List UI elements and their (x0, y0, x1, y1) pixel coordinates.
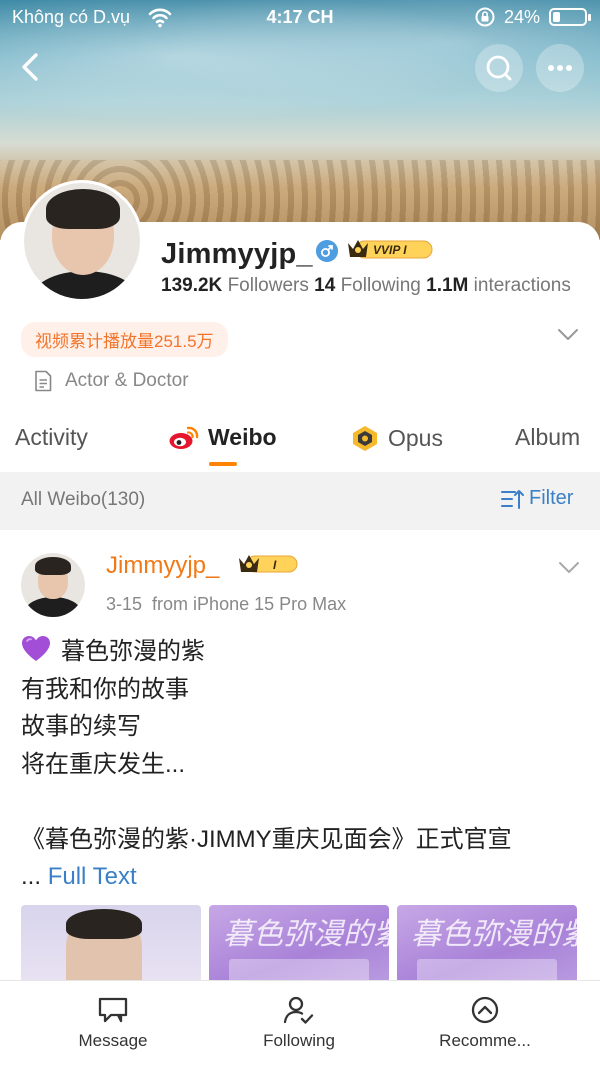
orientation-lock-icon (475, 7, 495, 27)
tab-opus[interactable]: Opus (349, 424, 443, 452)
weibo-logo-icon (169, 426, 199, 449)
post-avatar-hair (35, 557, 71, 575)
battery-icon (549, 8, 591, 26)
post-line-5 (21, 783, 591, 821)
avatar-shirt (30, 271, 140, 299)
followers-label[interactable]: Followers (228, 275, 309, 296)
post-avatar-shirt (25, 597, 81, 617)
post-date: 3-15 (106, 594, 143, 614)
battery-percent: 24% (504, 7, 541, 27)
profile-name: Jimmyyjp_ (161, 238, 313, 270)
post-menu-chevron-icon[interactable] (558, 561, 580, 575)
post-line: 暮色弥漫的紫 (21, 633, 591, 671)
post-image-3[interactable]: 暮色弥漫的紫 (397, 905, 577, 983)
tab-activity[interactable]: Activity (15, 424, 88, 451)
filter-bar: All Weibo(130) Filter (0, 472, 600, 530)
vip-badge[interactable]: VVIP I (346, 237, 434, 261)
interactions-label[interactable]: interactions (474, 275, 571, 296)
post-image-1-portrait (66, 909, 142, 983)
post-line-3: 故事的续写 (21, 713, 141, 740)
post-text[interactable]: 暮色弥漫的紫 有我和你的故事 故事的续写 将在重庆发生... 《暮色弥漫的紫·J… (21, 633, 591, 896)
more-dots-icon (548, 65, 572, 71)
active-tab-indicator (209, 462, 237, 466)
battery-fill (553, 12, 560, 22)
weibo-profile-screen: Không có D.vụ 4:17 CH 24% Jimmyyjp_ VVIP… (0, 0, 600, 1067)
tab-weibo[interactable]: Weibo (168, 424, 277, 451)
post-image-2[interactable]: 暮色弥漫的紫 (209, 905, 389, 983)
nav-following-label: Following (263, 1031, 335, 1050)
purple-heart-emoji (22, 636, 50, 661)
nav-following[interactable]: Following (219, 995, 379, 1051)
search-icon (486, 55, 512, 81)
profile-tabs: Activity Weibo Opus Album (0, 418, 600, 470)
post-line-7: ... Full Text (21, 858, 591, 896)
post-image-3-title: 暮色弥漫的紫 (411, 917, 577, 952)
post-line-2: 有我和你的故事 (21, 675, 189, 703)
post-vip-badge[interactable]: I (237, 553, 299, 575)
nav-recommend-label: Recomme... (439, 1031, 531, 1050)
tab-opus-label: Opus (388, 424, 443, 451)
post-author-avatar[interactable] (21, 553, 85, 617)
post-image-1[interactable] (21, 905, 201, 983)
document-icon (35, 370, 52, 392)
profile-bio: Actor & Doctor (33, 370, 189, 392)
following-icon (283, 996, 314, 1024)
avatar-hair (46, 189, 120, 229)
post-source: from iPhone 15 Pro Max (152, 594, 347, 614)
followers-count[interactable]: 139.2K (161, 275, 222, 296)
filter-icon (501, 489, 524, 509)
post-line-4: 将在重庆发生... (21, 750, 186, 778)
profile-avatar[interactable] (21, 180, 143, 302)
nav-message-label: Message (78, 1031, 148, 1050)
message-icon (98, 997, 128, 1023)
nav-message[interactable]: Message (33, 995, 193, 1051)
status-bar: Không có D.vụ 4:17 CH 24% (0, 0, 600, 34)
post-line-6: 《暮色弥漫的紫·JIMMY重庆见面会》正式官宣 (21, 825, 512, 853)
more-options-button[interactable] (536, 44, 584, 92)
post-ellipsis: ... (21, 863, 42, 890)
opus-icon (353, 426, 377, 451)
bottom-nav: Message Following Recomme... (0, 980, 600, 1067)
post-image-2-title: 暮色弥漫的紫 (223, 917, 389, 952)
profile-stats: 139.2K Followers 14 Following 1.1M inter… (161, 275, 571, 297)
bio-text: Actor & Doctor (65, 370, 189, 391)
male-gender-icon (316, 240, 338, 262)
vip-badge-label: VVIP I (373, 243, 407, 257)
tab-weibo-label: Weibo (208, 424, 277, 450)
video-plays-tag[interactable]: 视频累计播放量251.5万 (21, 322, 228, 357)
filter-label: Filter (529, 487, 574, 509)
filter-button[interactable]: Filter (501, 487, 573, 510)
search-button[interactable] (475, 44, 523, 92)
full-text-link[interactable]: Full Text (48, 863, 137, 890)
tab-album[interactable]: Album (515, 424, 580, 451)
recommend-icon (471, 996, 499, 1024)
post-meta: 3-15 from iPhone 15 Pro Max (106, 594, 346, 615)
back-button[interactable] (14, 50, 48, 84)
expand-profile-chevron-icon[interactable] (557, 328, 579, 342)
interactions-count[interactable]: 1.1M (426, 275, 468, 296)
following-label[interactable]: Following (341, 275, 421, 296)
post-author-name[interactable]: Jimmyyjp_ (106, 552, 219, 580)
nav-recommend[interactable]: Recomme... (405, 995, 565, 1051)
weibo-count-label: All Weibo(130) (21, 489, 146, 510)
post-images: 暮色弥漫的紫 暮色弥漫的紫 (21, 905, 579, 983)
following-count[interactable]: 14 (314, 275, 335, 296)
post-line-1: 暮色弥漫的紫 (61, 638, 205, 665)
